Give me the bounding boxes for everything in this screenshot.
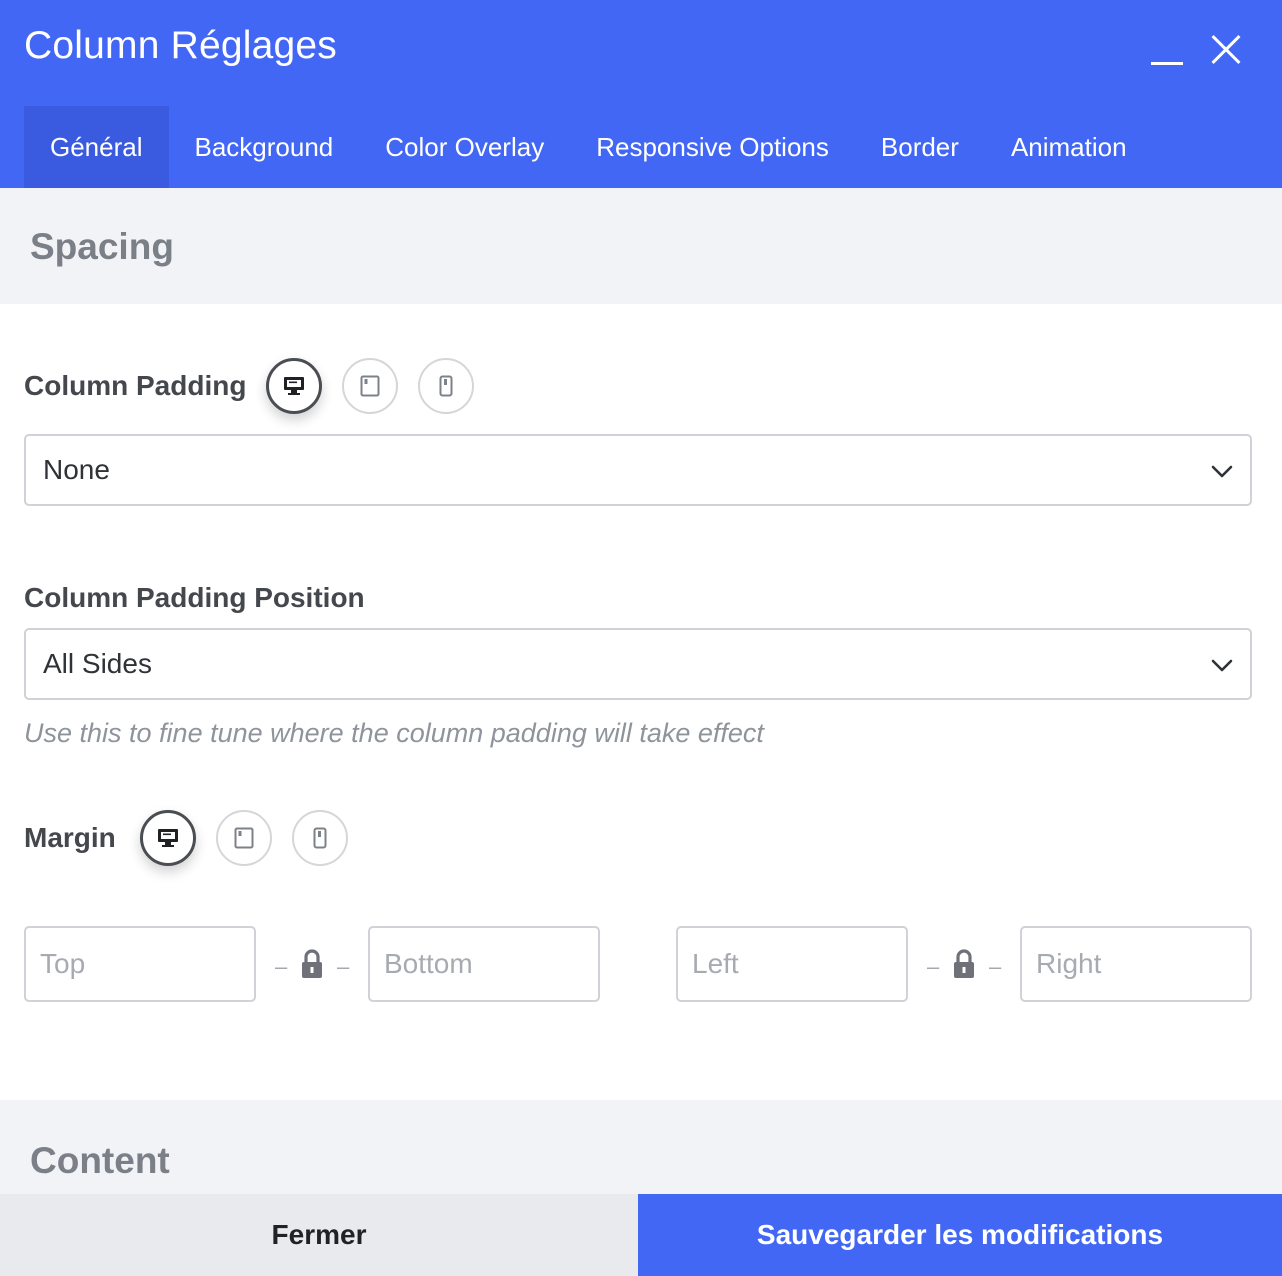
margin-right-input[interactable] [1020, 926, 1252, 1002]
column-padding-position-value: All Sides [43, 648, 152, 679]
minimize-icon [1151, 62, 1183, 65]
modal-header: Column Réglages Général Background Color… [0, 0, 1282, 188]
separator-dash: – [337, 954, 350, 979]
margin-mobile-button[interactable] [292, 810, 348, 866]
tab-animation[interactable]: Animation [985, 106, 1153, 188]
save-changes-button[interactable]: Sauvegarder les modifications [638, 1194, 1282, 1276]
margin-tablet-button[interactable] [216, 810, 272, 866]
column-padding-label: Column Padding [24, 370, 247, 401]
tab-general[interactable]: Général [24, 106, 169, 188]
padding-mobile-button[interactable] [418, 358, 474, 414]
separator-dash: – [927, 954, 940, 979]
padding-tablet-button[interactable] [342, 358, 398, 414]
tablet-icon [360, 375, 380, 397]
tab-color-overlay[interactable]: Color Overlay [359, 106, 570, 188]
margin-desktop-button[interactable] [140, 810, 196, 866]
column-padding-select[interactable]: None [24, 434, 1252, 506]
desktop-icon [158, 829, 178, 847]
margin-left-input[interactable] [676, 926, 908, 1002]
chevron-down-icon [1211, 659, 1233, 672]
column-padding-position-select[interactable]: All Sides [24, 628, 1252, 700]
margin-label: Margin [24, 822, 116, 853]
spacing-section-title: Spacing [30, 226, 174, 267]
separator-dash: – [275, 954, 288, 979]
content-section-header: Content [0, 1100, 1282, 1194]
column-padding-position-help: Use this to fine tune where the column p… [24, 718, 764, 748]
tab-background[interactable]: Background [169, 106, 360, 188]
chevron-down-icon [1211, 465, 1233, 478]
lock-icon[interactable] [300, 948, 324, 980]
mobile-icon [439, 375, 453, 397]
close-button[interactable] [1204, 28, 1248, 72]
padding-desktop-button[interactable] [266, 358, 322, 414]
mobile-icon [313, 827, 327, 849]
modal-title: Column Réglages [24, 24, 338, 67]
tablet-icon [234, 827, 254, 849]
column-padding-value: None [43, 454, 110, 485]
settings-tabs: Général Background Color Overlay Respons… [24, 106, 1153, 188]
tab-border[interactable]: Border [855, 106, 985, 188]
close-modal-button[interactable]: Fermer [0, 1194, 638, 1276]
tab-responsive-options[interactable]: Responsive Options [570, 106, 855, 188]
spacing-section-header: Spacing [0, 188, 1282, 304]
lock-icon[interactable] [952, 948, 976, 980]
column-padding-position-label: Column Padding Position [24, 582, 365, 613]
content-section-title: Content [30, 1140, 170, 1181]
separator-dash: – [989, 954, 1002, 979]
margin-top-input[interactable] [24, 926, 256, 1002]
minimize-button[interactable] [1145, 28, 1189, 72]
margin-bottom-input[interactable] [368, 926, 600, 1002]
desktop-icon [284, 377, 304, 395]
